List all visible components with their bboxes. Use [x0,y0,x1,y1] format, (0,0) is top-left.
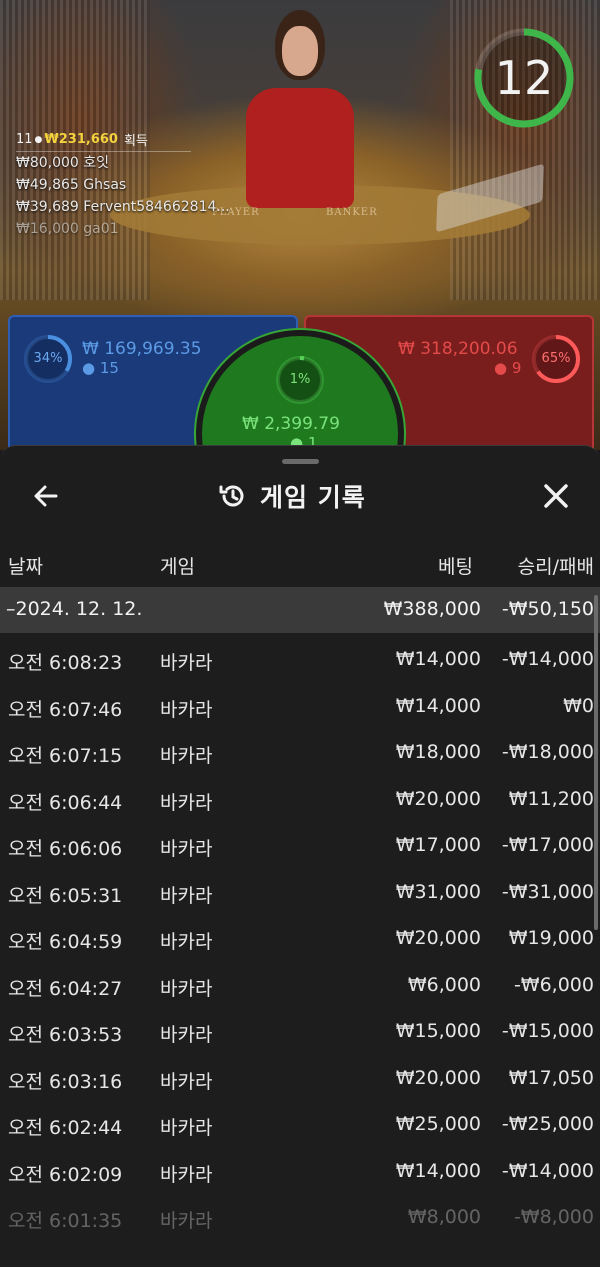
history-row[interactable]: 오전 6:07:15 바카라 ₩18,000 -₩18,000 [0,729,596,776]
banker-count: ● 9 [494,359,522,377]
date-group-date: –2024. 12. 12. [6,598,143,620]
banker-pct: 65% [541,351,571,366]
history-row[interactable]: 오전 6:01:35 바카라 ₩8,000 -₩8,000 [0,1194,596,1241]
winner-row: ₩49,865 Ghsas [16,177,127,193]
history-row[interactable]: 오전 6:08:23 바카라 ₩14,000 -₩14,000 [0,636,596,683]
tie-total: ₩ 2,399.79 [242,414,340,434]
winner-row: ₩39,689 Fervent584662814... [16,199,230,215]
scrollbar[interactable] [594,595,598,930]
date-group-row[interactable]: –2024. 12. 12. ₩388,000 -₩50,150 [0,587,600,633]
user-icon: ● [82,359,96,377]
close-icon [544,484,568,508]
countdown-timer: 12 [494,51,554,105]
winners-header: 11 ● ₩231,660 획득 [16,128,191,152]
date-group-result: -₩50,150 [501,598,594,620]
history-row[interactable]: 오전 6:03:53 바카라 ₩15,000 -₩15,000 [0,1008,596,1055]
back-button[interactable] [24,474,68,518]
user-icon: ● [34,134,43,145]
history-row[interactable]: 오전 6:06:44 바카라 ₩20,000 ₩11,200 [0,776,596,823]
date-group-bet: ₩388,000 [383,598,481,620]
col-result: 승리/패배 [517,556,594,578]
history-title-wrap: 게임 기록 [218,478,366,514]
col-date: 날짜 [8,556,43,578]
history-row[interactable]: 오전 6:02:44 바카라 ₩25,000 -₩25,000 [0,1101,596,1148]
history-header: 게임 기록 [0,474,600,518]
table-banker-text: BANKER [326,207,378,218]
player-count: ● 15 [82,359,119,377]
history-row[interactable]: 오전 6:02:09 바카라 ₩14,000 -₩14,000 [0,1148,596,1195]
close-button[interactable] [534,474,578,518]
user-icon: ● [494,359,508,377]
banker-total: ₩ 318,200.06 [398,339,518,359]
game-history-panel: 게임 기록 날짜 게임 베팅 승리/패배 –2024. 12. 12. ₩388… [0,445,600,1267]
history-row[interactable]: 오전 6:07:46 바카라 ₩14,000 ₩0 [0,683,596,730]
tie-pct: 1% [289,372,311,387]
arrow-left-icon [34,485,58,507]
history-row[interactable]: 오전 6:04:59 바카라 ₩20,000 ₩19,000 [0,915,596,962]
winner-row: ₩80,000 호잇 [16,155,110,171]
winners-total: ₩231,660 [44,132,118,147]
history-clock-icon [219,485,244,507]
history-row[interactable]: 오전 6:04:27 바카라 ₩6,000 -₩6,000 [0,962,596,1009]
winner-row: ₩16,000 ga01 [16,221,119,237]
history-row[interactable]: 오전 6:06:06 바카라 ₩17,000 -₩17,000 [0,822,596,869]
col-bet: 베팅 [438,556,473,578]
history-row[interactable]: 오전 6:05:31 바카라 ₩31,000 -₩31,000 [0,869,596,916]
page-title: 게임 기록 [260,483,366,512]
winners-count: 11 [16,132,33,147]
winners-list: 11 ● ₩231,660 획득 ₩80,000 호잇 ₩49,865 Ghsa… [16,128,316,240]
table-header: 날짜 게임 베팅 승리/패배 [0,546,600,582]
player-total: ₩ 169,969.35 [82,339,202,359]
player-pct: 34% [33,351,63,366]
winners-label: 획득 [123,134,148,149]
history-row[interactable]: 오전 6:03:16 바카라 ₩20,000 ₩17,050 [0,1055,596,1102]
drag-handle[interactable] [282,459,319,464]
col-game: 게임 [160,556,195,578]
history-list: 오전 6:08:23 바카라 ₩14,000 -₩14,000 오전 6:07:46 바… [0,636,596,1241]
